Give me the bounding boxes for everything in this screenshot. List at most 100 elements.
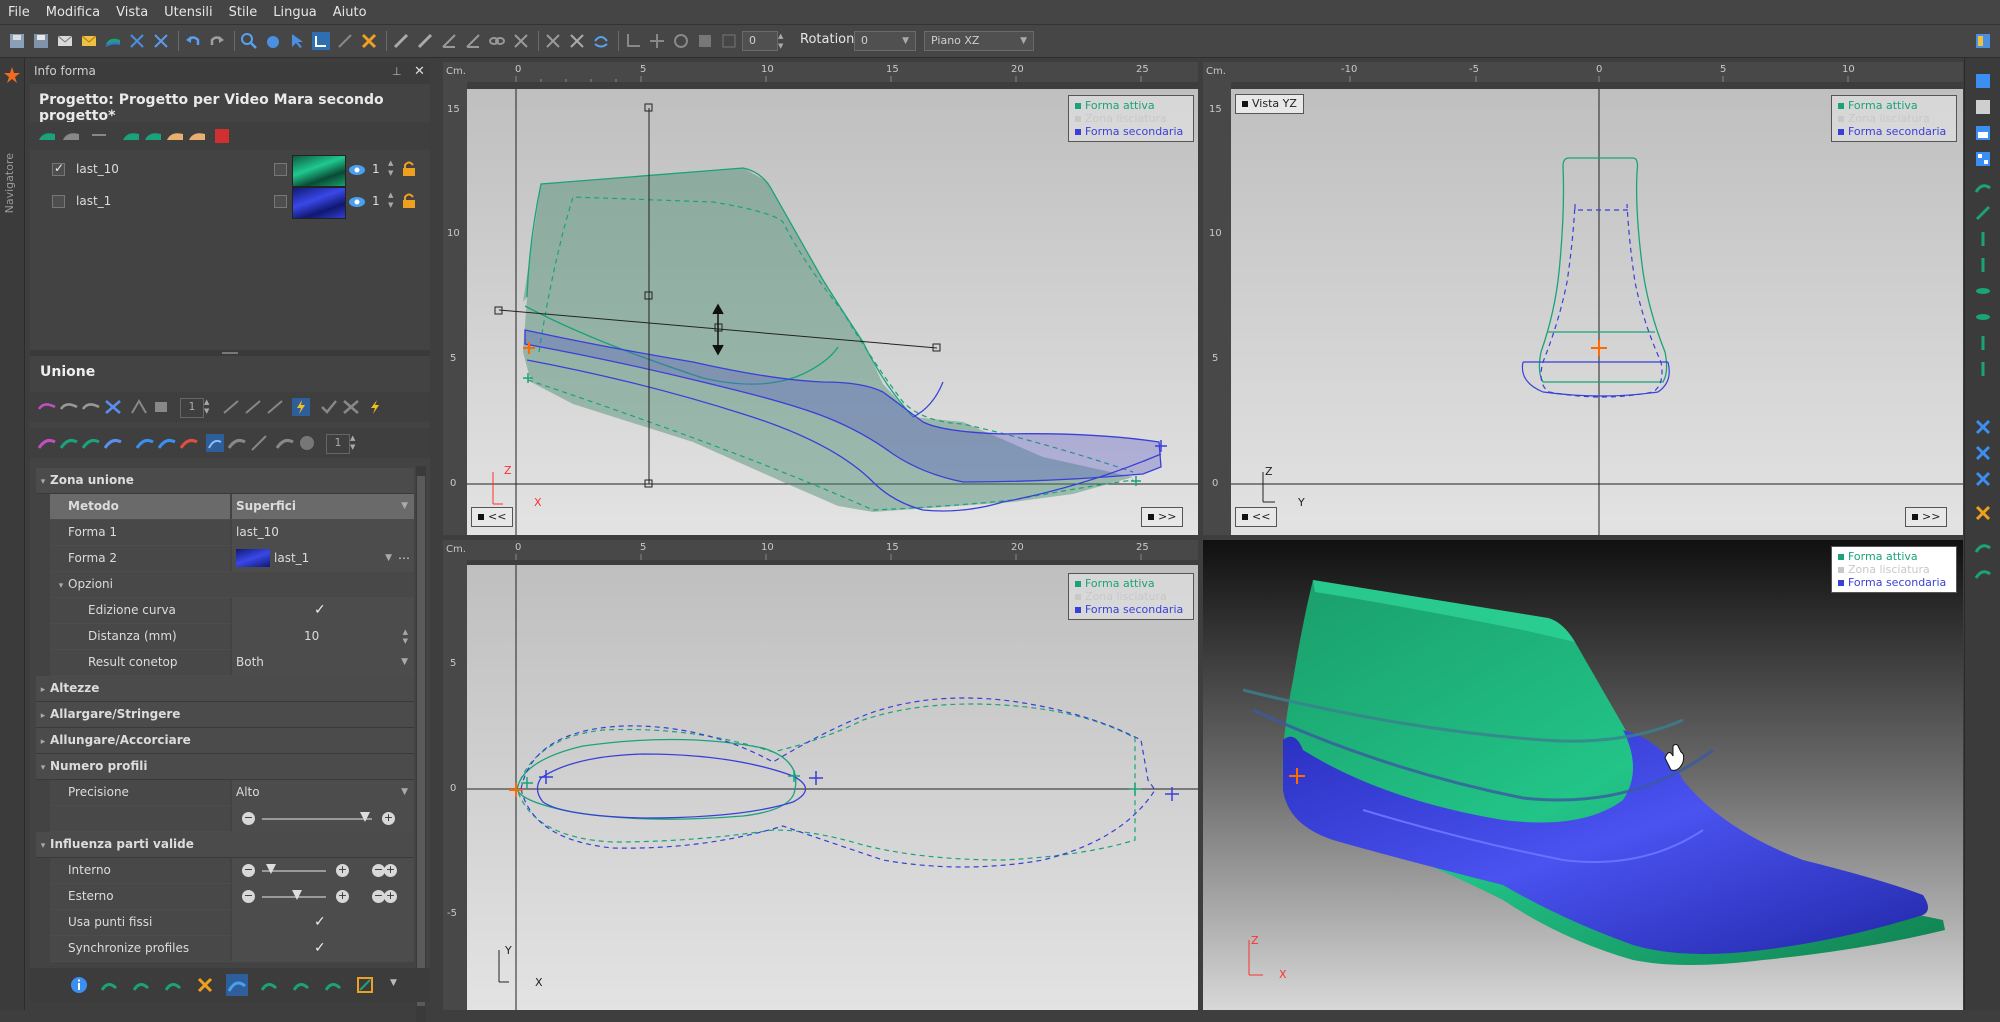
shape-tool-5-icon[interactable] — [1974, 282, 1992, 300]
box-icon[interactable] — [696, 32, 714, 50]
remove-last-icon[interactable] — [62, 128, 80, 144]
shape-tool-1-icon[interactable] — [1974, 178, 1992, 196]
save-icon[interactable] — [8, 32, 26, 50]
union-curve-3-icon[interactable] — [82, 399, 100, 415]
section-influenza[interactable]: ▾ Influenza parti valide — [36, 832, 414, 858]
tool-d-icon[interactable] — [196, 976, 214, 994]
tool-e-icon[interactable] — [226, 974, 248, 996]
select-icon[interactable] — [288, 32, 306, 50]
section-allargare[interactable]: ▸ Allargare/Stringere — [36, 702, 414, 728]
export-icon[interactable] — [56, 32, 74, 50]
checkbox-tool-icon[interactable] — [720, 32, 738, 50]
pin-icon[interactable]: ⊥ — [392, 65, 402, 78]
usa-punti-checkbox[interactable]: ✓ — [232, 910, 414, 935]
section-allungare[interactable]: ▸ Allungare/Accorciare — [36, 728, 414, 754]
viewport-xy[interactable]: Cm. 0 5 10 15 20 25 5 0 -5 Y X Forma att… — [443, 540, 1198, 1010]
shape-tool-6-icon[interactable] — [1974, 308, 1992, 326]
delete-last-icon[interactable] — [214, 128, 230, 144]
transform-1-icon[interactable] — [1974, 418, 1992, 436]
union-flash-icon[interactable] — [292, 398, 310, 416]
panel-2-icon[interactable] — [1974, 98, 1992, 116]
section-zona-unione[interactable]: ▾ Zona unione — [36, 468, 414, 494]
last-op-3-icon[interactable] — [166, 128, 184, 144]
precisione-select[interactable]: Alto ▼ — [232, 780, 414, 805]
step-stepper[interactable]: ▲ ▼ — [204, 398, 209, 416]
close-icon[interactable]: ✕ — [414, 64, 425, 79]
union-grid-icon[interactable] — [104, 399, 122, 415]
union-curve-icon[interactable] — [38, 399, 56, 415]
property-scrollbar[interactable] — [416, 466, 426, 1022]
viewport-xz[interactable]: Cm. 0 5 10 15 20 25 15 10 5 0 Z X Forma … — [443, 62, 1198, 535]
tool-a-icon[interactable] — [100, 976, 118, 994]
tool-h-icon[interactable] — [324, 976, 342, 994]
ruler-2-icon[interactable] — [416, 32, 434, 50]
last-select-checkbox[interactable] — [274, 163, 287, 176]
ruler-icon[interactable] — [392, 32, 410, 50]
panel-3-icon[interactable] — [1974, 124, 1992, 142]
orbit-icon[interactable] — [672, 32, 690, 50]
tool-i-icon[interactable] — [356, 976, 374, 994]
zoom-icon[interactable] — [240, 32, 258, 50]
panel-4-icon[interactable] — [1974, 150, 1992, 168]
minus-icon[interactable]: − — [242, 864, 255, 877]
interno-slider[interactable]: − + − + — [232, 858, 414, 883]
shape-tool-9-icon[interactable] — [1974, 538, 1992, 556]
menu-lingua[interactable]: Lingua — [265, 5, 325, 20]
edizione-checkbox[interactable]: ✓ — [232, 598, 414, 623]
menu-aiuto[interactable]: Aiuto — [325, 5, 375, 20]
plane-select[interactable]: Piano XZ ▼ — [924, 31, 1034, 51]
move-icon[interactable] — [648, 32, 666, 50]
surface-tool-2-icon[interactable] — [60, 434, 78, 452]
settings-panel-icon[interactable] — [1974, 32, 1992, 50]
mirror-icon[interactable] — [128, 32, 146, 50]
panel-1-icon[interactable] — [1974, 72, 1992, 90]
slider-thumb[interactable] — [266, 864, 276, 874]
surface-tool-11-icon[interactable] — [276, 434, 294, 452]
surface-tool-10-icon[interactable] — [250, 434, 268, 452]
last-row-last_1[interactable]: last_1 1 ▲ ▼ — [38, 186, 423, 219]
sync-checkbox[interactable]: ✓ — [232, 936, 414, 961]
transform-icon[interactable] — [152, 32, 170, 50]
more-icon[interactable]: ⋯ — [398, 546, 410, 571]
prev-button[interactable]: << — [1235, 507, 1278, 527]
rotation-select[interactable]: 0 ▼ — [854, 31, 916, 51]
metodo-select[interactable]: Superfici ▼ — [232, 494, 414, 519]
rotate-tool-icon[interactable] — [592, 32, 610, 50]
shape-tool-2-icon[interactable] — [1974, 204, 1992, 222]
transform-3-icon[interactable] — [1974, 470, 1992, 488]
count-stepper[interactable]: ▲ ▼ — [388, 190, 393, 210]
tools-cross-icon[interactable] — [360, 32, 378, 50]
last-select-checkbox[interactable] — [274, 195, 287, 208]
chevron-down-icon[interactable]: ▼ — [390, 978, 397, 988]
last-op-2-icon[interactable] — [144, 128, 162, 144]
shape-tool-10-icon[interactable] — [1974, 564, 1992, 582]
last-op-4-icon[interactable] — [188, 128, 206, 144]
last-visibility-checkbox[interactable] — [52, 195, 65, 208]
minus-icon[interactable]: − — [242, 890, 255, 903]
lock-icon[interactable] — [402, 161, 416, 177]
step-field-2[interactable]: 1 — [326, 434, 350, 454]
link-icon[interactable] — [488, 32, 506, 50]
shape-tool-4-icon[interactable] — [1974, 256, 1992, 274]
align-icon[interactable] — [544, 32, 562, 50]
surface-tool-4-icon[interactable] — [104, 434, 122, 452]
pan-hand-icon[interactable] — [264, 32, 282, 50]
union-tool-6-icon[interactable] — [152, 399, 170, 415]
shape-tool-8-icon[interactable] — [1974, 360, 1992, 378]
add-last-icon[interactable] — [38, 128, 56, 144]
tool-g-icon[interactable] — [292, 976, 310, 994]
shape-tool-3-icon[interactable] — [1974, 230, 1992, 248]
scroll-thumb[interactable] — [417, 476, 425, 1006]
union-check-icon[interactable] — [320, 399, 338, 415]
surface-tool-9-icon[interactable] — [228, 434, 246, 452]
next-button[interactable]: >> — [1141, 507, 1184, 527]
tool-f-icon[interactable] — [260, 976, 278, 994]
transform-2-icon[interactable] — [1974, 444, 1992, 462]
union-tool-9-icon[interactable] — [266, 399, 284, 415]
menu-utensili[interactable]: Utensili — [156, 5, 220, 20]
sweep-icon[interactable] — [512, 32, 530, 50]
slider-thumb[interactable] — [292, 890, 302, 900]
last-op-1-icon[interactable] — [122, 128, 140, 144]
viewport-3d[interactable]: Z X Forma attiva Zona lisciatura Forma s… — [1203, 540, 1963, 1010]
last-tool-icon[interactable] — [104, 32, 122, 50]
